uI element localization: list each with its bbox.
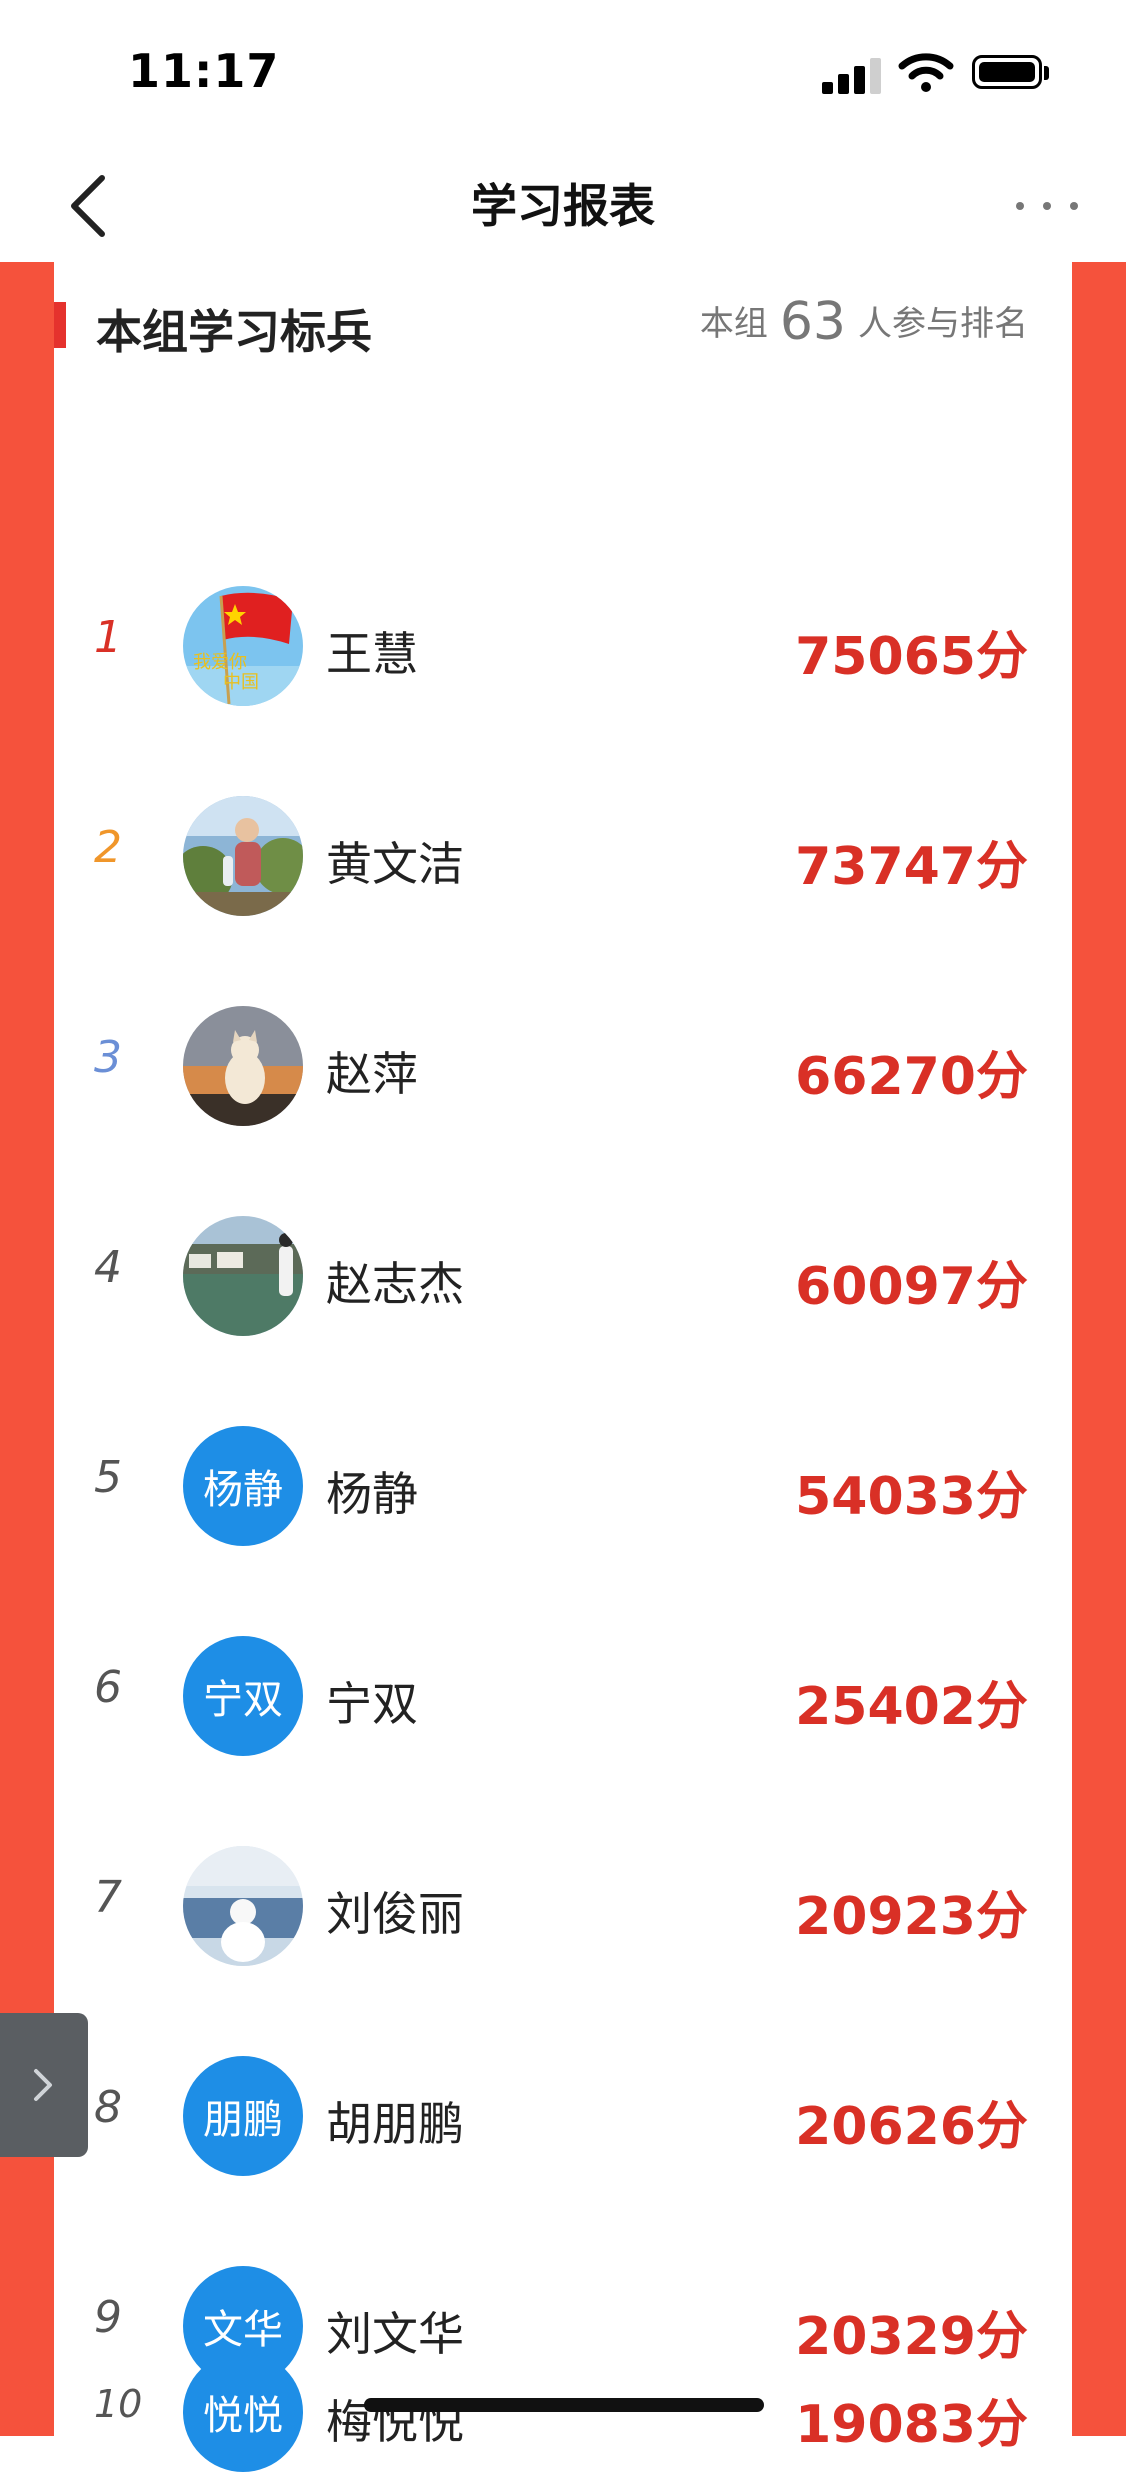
member-name: 梅悦悦 <box>326 2395 464 2449</box>
rank-number: 2 <box>94 822 122 873</box>
nav-bar: 学习报表 <box>0 150 1126 262</box>
battery-cap <box>1044 66 1049 80</box>
chevron-right-icon <box>34 2069 52 2101</box>
rank-number: 4 <box>94 1242 122 1293</box>
wifi-icon <box>898 53 954 92</box>
rank-number: 3 <box>94 1032 122 1083</box>
text-avatar: 杨静 <box>183 1426 303 1546</box>
photo-avatar-cat-sunset <box>183 1006 303 1126</box>
rank-number: 7 <box>94 1872 122 1923</box>
member-score: 54033分 <box>795 1467 1028 1527</box>
participants-summary: 本组 63 人参与排名 <box>700 292 1028 352</box>
more-options-icon[interactable] <box>1012 186 1082 226</box>
rank-number: 6 <box>94 1662 122 1713</box>
member-name: 刘文华 <box>326 2307 464 2361</box>
member-score: 75065分 <box>795 627 1028 687</box>
ranking-row[interactable]: 10 悦悦 梅悦悦 19083分 <box>54 2352 1072 2472</box>
ranking-card: 本组学习标兵 本组63人参与排名 1 我爱你 中国 王慧 75065分 2 <box>54 262 1072 2472</box>
photo-avatar-person <box>183 796 303 916</box>
rank-number: 10 <box>94 2382 143 2426</box>
ranking-row[interactable]: 4 赵志杰 60097分 <box>54 1170 1072 1380</box>
participants-suffix: 人参与排名 <box>858 304 1028 344</box>
svg-text:我爱你: 我爱你 <box>193 652 247 673</box>
member-score: 60097分 <box>795 1257 1028 1317</box>
right-red-band <box>1072 262 1126 2436</box>
rank-number: 5 <box>94 1452 122 1503</box>
member-name: 胡朋鹏 <box>326 2097 464 2151</box>
member-name: 赵萍 <box>326 1047 418 1101</box>
member-score: 25402分 <box>795 1677 1028 1737</box>
section-title: 本组学习标兵 <box>96 305 372 359</box>
participants-prefix: 本组 <box>699 304 768 344</box>
member-name: 赵志杰 <box>326 1257 464 1311</box>
member-score: 20626分 <box>795 2097 1028 2157</box>
text-avatar: 朋鹏 <box>183 2056 303 2176</box>
ranking-row[interactable]: 3 赵萍 66270分 <box>54 960 1072 1170</box>
member-name: 王慧 <box>326 627 418 681</box>
text-avatar: 悦悦 <box>183 2352 303 2472</box>
member-score: 66270分 <box>795 1047 1028 1107</box>
member-name: 黄文洁 <box>326 837 464 891</box>
member-score: 73747分 <box>795 837 1028 897</box>
member-name: 宁双 <box>326 1677 418 1731</box>
ranking-row[interactable]: 5 杨静 杨静 54033分 <box>54 1380 1072 1590</box>
text-avatar: 宁双 <box>183 1636 303 1756</box>
participants-count: 63 <box>779 292 846 352</box>
rank-number: 1 <box>94 612 122 663</box>
status-time: 11:17 <box>128 44 280 98</box>
section-accent-bar <box>54 302 66 348</box>
member-score: 20329分 <box>795 2307 1028 2367</box>
member-score: 20923分 <box>795 1887 1028 1947</box>
page-title: 学习报表 <box>471 179 655 233</box>
ranking-row[interactable]: 2 黄文洁 73747分 <box>54 750 1072 960</box>
svg-text:中国: 中国 <box>223 672 259 693</box>
side-drawer-tab[interactable] <box>0 2013 88 2157</box>
rank-number: 9 <box>94 2292 122 2343</box>
status-bar: 11:17 <box>0 0 1126 150</box>
battery-icon <box>972 55 1042 89</box>
ranking-row[interactable]: 7 刘俊丽 20923分 <box>54 1800 1072 2010</box>
ranking-row[interactable]: 6 宁双 宁双 25402分 <box>54 1590 1072 1800</box>
member-name: 杨静 <box>326 1467 418 1521</box>
home-indicator <box>364 2398 764 2412</box>
photo-avatar-lake <box>183 1216 303 1336</box>
member-score: 19083分 <box>795 2395 1028 2455</box>
ranking-row[interactable]: 8 朋鹏 胡朋鹏 20626分 <box>54 2010 1072 2220</box>
flag-avatar: 我爱你 中国 <box>183 586 303 706</box>
photo-avatar-snowman <box>183 1846 303 1966</box>
rank-number: 8 <box>94 2082 122 2133</box>
ranking-row[interactable]: 1 我爱你 中国 王慧 75065分 <box>54 540 1072 750</box>
member-name: 刘俊丽 <box>326 1887 464 1941</box>
cellular-signal-icon <box>822 56 882 94</box>
